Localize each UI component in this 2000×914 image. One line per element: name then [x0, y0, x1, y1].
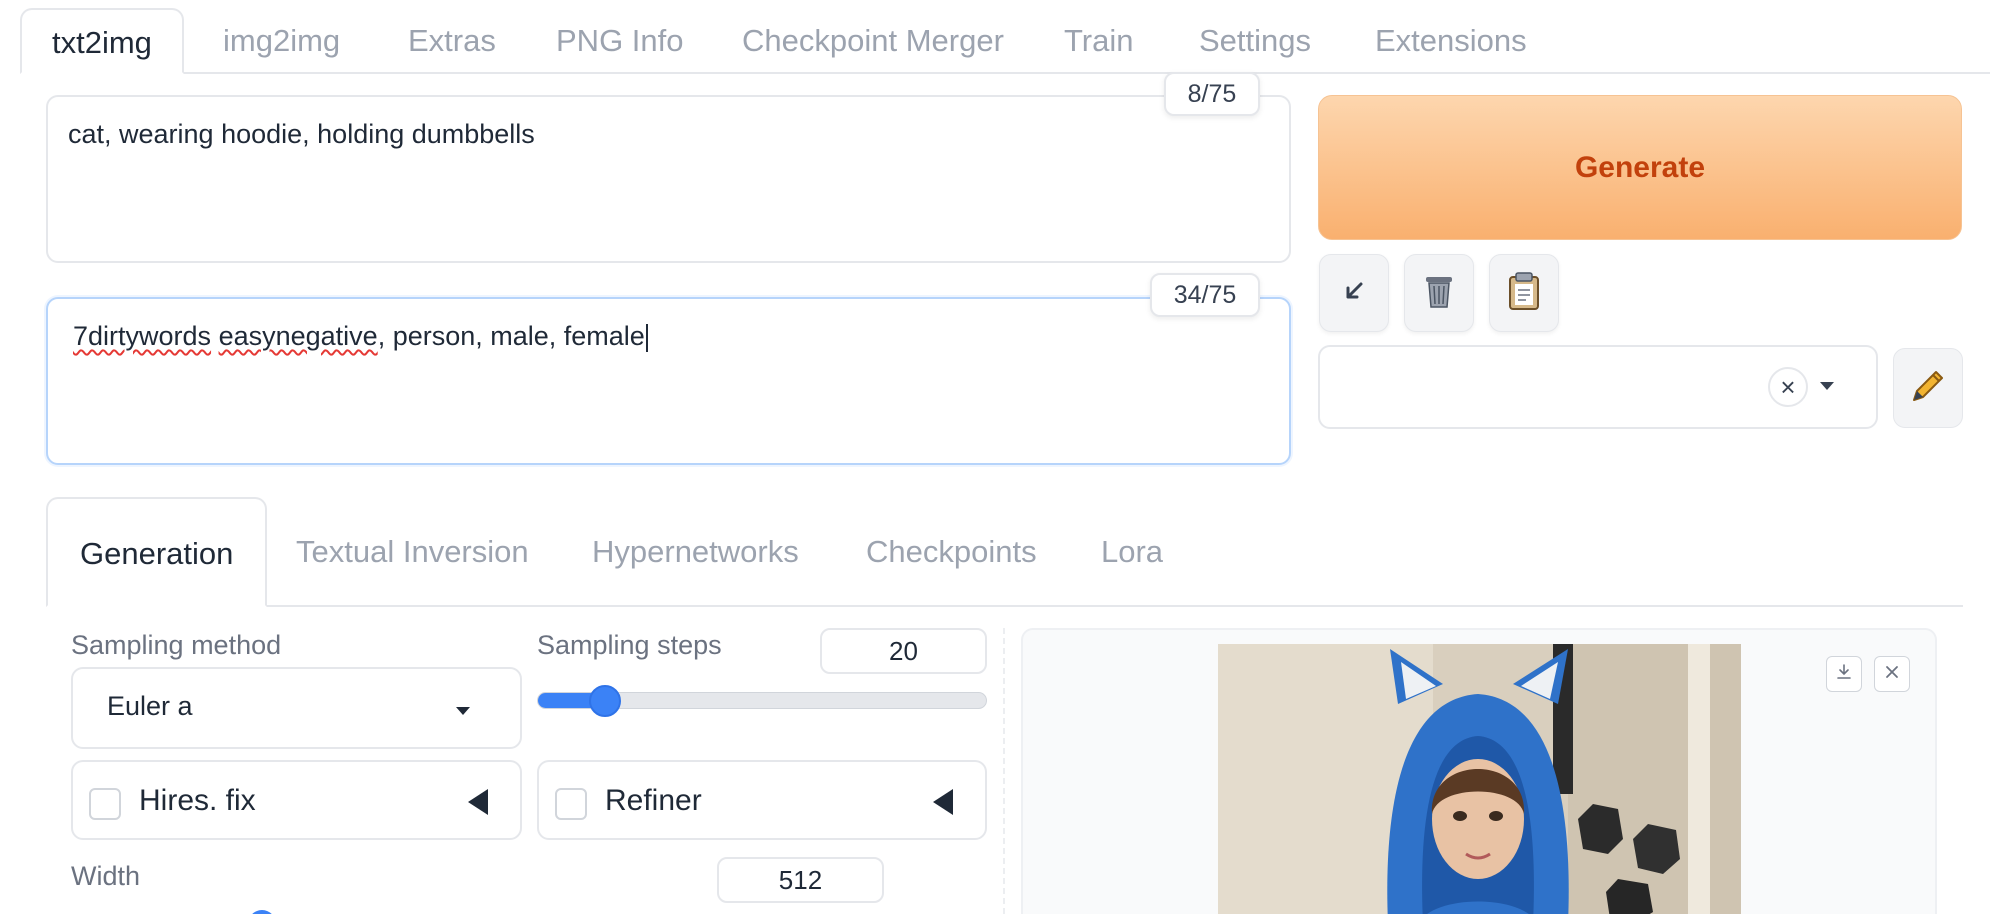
sampling-steps-label: Sampling steps	[537, 630, 722, 660]
hires-fix-checkbox[interactable]	[89, 788, 121, 820]
prompt-text: cat, wearing hoodie, holding dumbbells	[68, 119, 535, 149]
read-params-button[interactable]	[1319, 254, 1389, 332]
width-input[interactable]: 512	[717, 857, 884, 903]
inner-tab-divider	[46, 605, 1963, 607]
clipboard-icon	[1507, 271, 1541, 316]
refiner-label: Refiner	[605, 784, 702, 817]
negative-prompt-textarea[interactable]: 7dirtywords easynegative, person, male, …	[46, 297, 1291, 465]
hires-fix-accordion[interactable]: Hires. fix	[71, 760, 522, 840]
tab-lora[interactable]: Lora	[1101, 517, 1163, 587]
edit-styles-button[interactable]	[1893, 348, 1963, 428]
arrow-down-left-icon	[1340, 277, 1368, 310]
refiner-checkbox[interactable]	[555, 788, 587, 820]
pencil-icon	[1908, 366, 1948, 411]
tab-textual-inversion[interactable]: Textual Inversion	[296, 517, 529, 587]
close-image-button[interactable]	[1874, 656, 1910, 692]
tab-img2img[interactable]: img2img	[223, 8, 340, 74]
negative-prompt-rest: , person, male, female	[377, 321, 645, 351]
misspelled-word: easynegative	[218, 321, 378, 351]
tab-hypernetworks[interactable]: Hypernetworks	[592, 517, 799, 587]
trash-icon	[1421, 271, 1457, 316]
hires-fix-label: Hires. fix	[139, 784, 256, 817]
text-caret	[645, 323, 648, 352]
clear-styles-button[interactable]: ×	[1768, 367, 1808, 407]
sampling-method-select[interactable]: Euler a	[71, 667, 522, 749]
sampling-steps-input[interactable]: 20	[820, 628, 987, 674]
slider-thumb[interactable]	[589, 685, 622, 717]
caret-left-icon	[468, 789, 488, 815]
negative-prompt-token-counter: 34/75	[1150, 273, 1260, 317]
download-button[interactable]	[1826, 656, 1862, 692]
download-icon	[1835, 663, 1853, 686]
word-space	[211, 321, 219, 351]
tab-settings[interactable]: Settings	[1199, 8, 1311, 74]
clear-prompt-button[interactable]	[1404, 254, 1474, 332]
refiner-accordion[interactable]: Refiner	[537, 760, 987, 840]
generated-image[interactable]	[1218, 644, 1741, 914]
tab-extensions[interactable]: Extensions	[1375, 8, 1527, 74]
prompt-textarea[interactable]: cat, wearing hoodie, holding dumbbells	[46, 95, 1291, 263]
close-icon	[1883, 663, 1901, 686]
sampling-method-label: Sampling method	[71, 630, 282, 660]
width-slider-thumb[interactable]	[248, 910, 276, 914]
styles-dropdown[interactable]: ×	[1318, 345, 1878, 429]
extra-networks-tab-bar: Generation Textual Inversion Hypernetwor…	[46, 497, 1963, 607]
top-tab-bar: txt2img img2img Extras PNG Info Checkpoi…	[20, 8, 1990, 74]
tab-train[interactable]: Train	[1064, 8, 1133, 74]
tab-txt2img[interactable]: txt2img	[20, 8, 184, 74]
tab-generation[interactable]: Generation	[46, 497, 268, 607]
sampling-steps-slider[interactable]	[537, 685, 987, 717]
negative-prompt-text: 7dirtywords easynegative, person, male, …	[73, 321, 648, 352]
misspelled-word: 7dirtywords	[73, 321, 212, 351]
tab-png-info[interactable]: PNG Info	[556, 8, 684, 74]
tab-extras[interactable]: Extras	[408, 8, 496, 74]
generate-button[interactable]: Generate	[1318, 95, 1962, 240]
sampling-method-value: Euler a	[107, 691, 193, 721]
chevron-down-icon[interactable]	[1820, 382, 1834, 390]
caret-left-icon	[933, 789, 953, 815]
paste-styles-button[interactable]	[1489, 254, 1559, 332]
prompt-token-counter: 8/75	[1164, 72, 1260, 116]
tab-checkpoints[interactable]: Checkpoints	[866, 517, 1037, 587]
tab-checkpoint-merger[interactable]: Checkpoint Merger	[742, 8, 1004, 74]
chevron-down-icon	[456, 707, 470, 715]
width-label: Width	[71, 861, 141, 891]
column-divider	[1003, 628, 1005, 914]
